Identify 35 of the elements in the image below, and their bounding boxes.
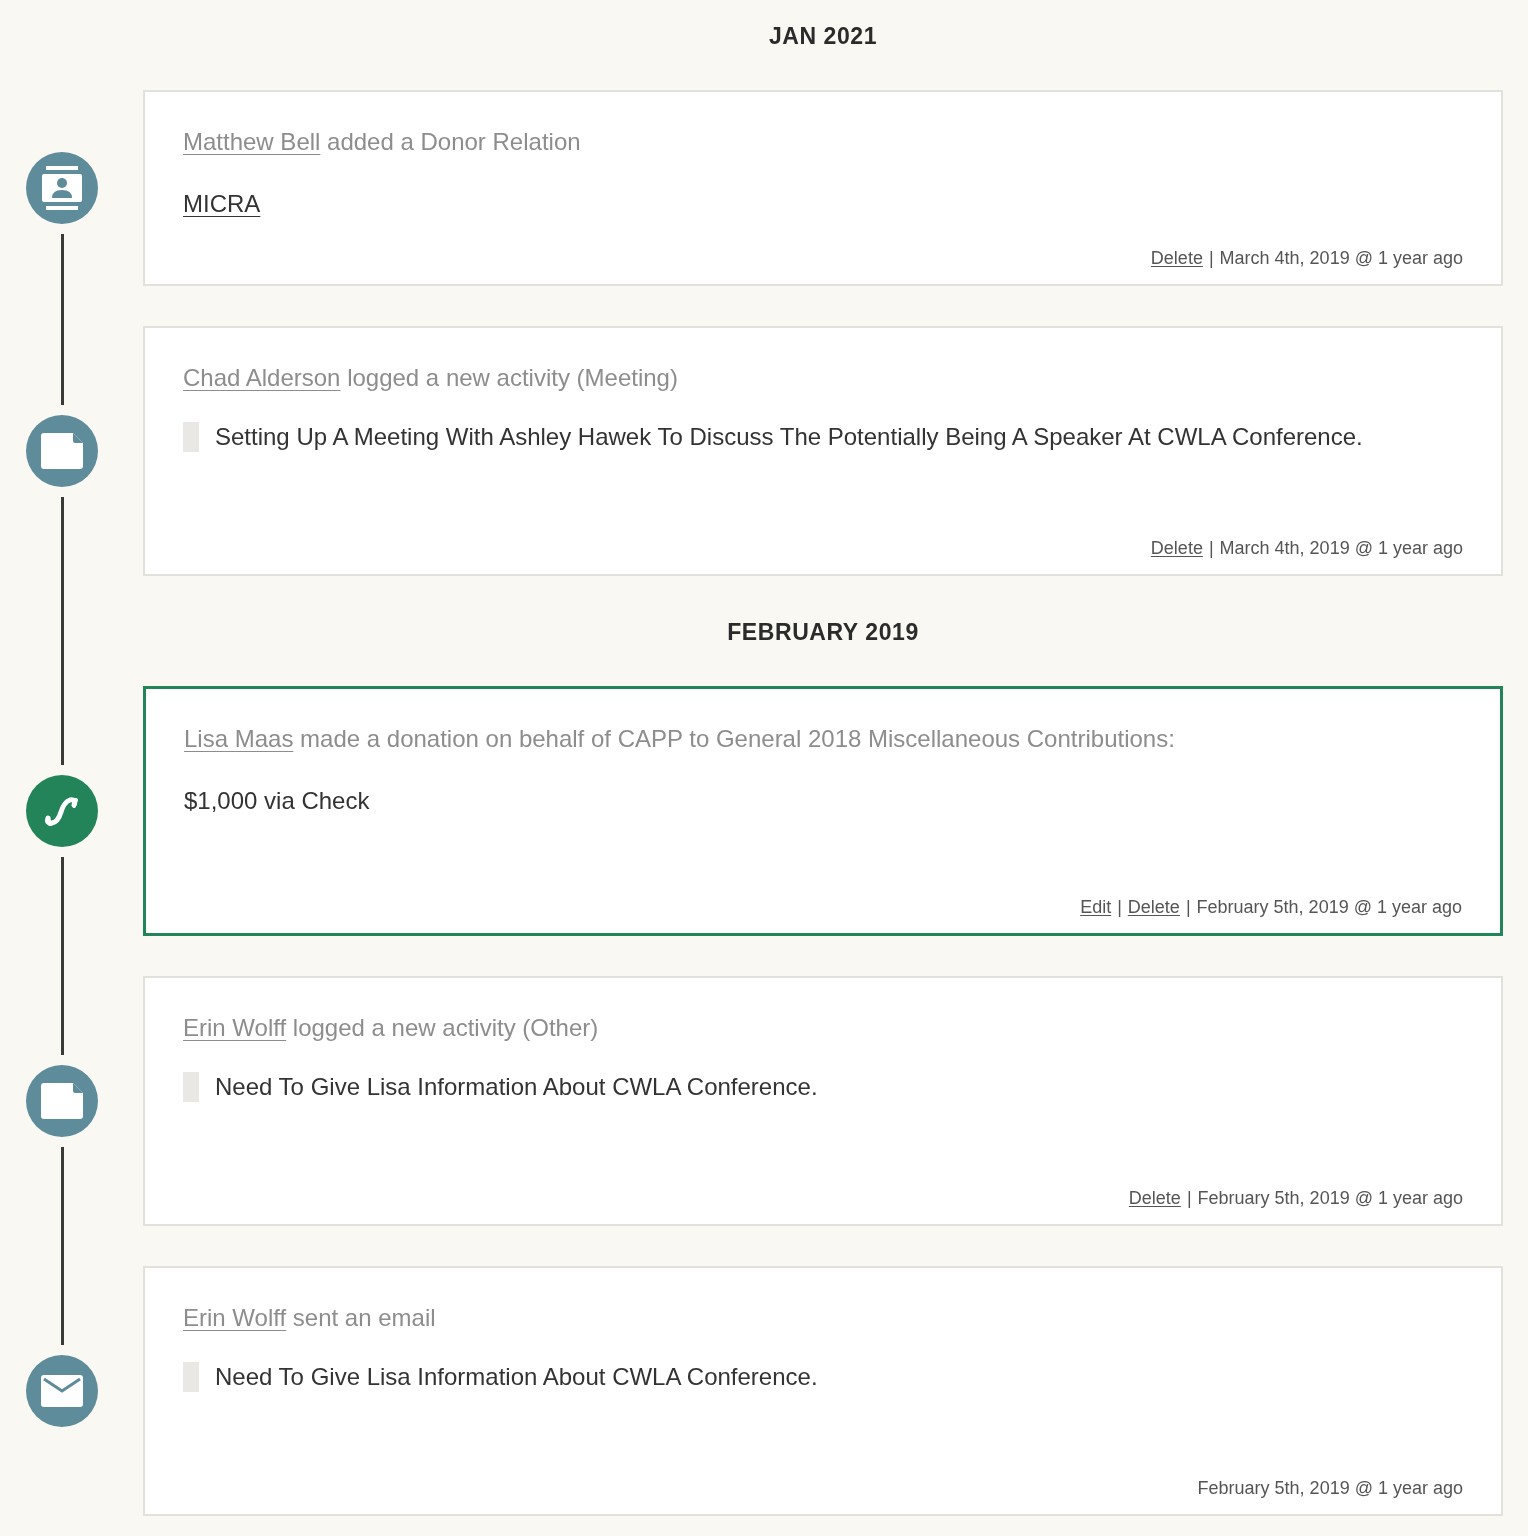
quote-bar xyxy=(183,1072,199,1102)
separator: | xyxy=(1208,537,1214,560)
timestamp: March 4th, 2019 @ 1 year ago xyxy=(1219,247,1463,270)
month-heading: FEBRUARY 2019 xyxy=(727,618,919,647)
timestamp: February 5th, 2019 @ 1 year ago xyxy=(1197,1187,1463,1210)
action-link[interactable]: Delete xyxy=(1127,894,1180,921)
activity-note: Need To Give Lisa Information About CWLA Conference. xyxy=(215,1072,819,1102)
timestamp: February 5th, 2019 @ 1 year ago xyxy=(1197,1477,1463,1500)
dollar-sign-icon xyxy=(44,796,80,826)
separator: | xyxy=(1185,896,1191,919)
separator: | xyxy=(1208,247,1214,270)
activity-description: logged a new activity (Meeting) xyxy=(347,364,678,391)
relation-link[interactable]: MICRA xyxy=(183,190,261,217)
separator: | xyxy=(1186,1187,1192,1210)
quote-bar xyxy=(183,1362,199,1392)
month-heading: JAN 2021 xyxy=(768,22,878,51)
note-icon xyxy=(41,433,83,469)
separator: | xyxy=(1117,896,1122,919)
timestamp: February 5th, 2019 @ 1 year ago xyxy=(1196,896,1462,919)
action-link[interactable]: Delete xyxy=(1150,535,1203,562)
envelope-icon xyxy=(41,1375,83,1407)
contact-card-icon xyxy=(42,166,82,210)
activity-note: Need To Give Lisa Information About CWLA Conference. xyxy=(215,1362,819,1392)
activity-description: made a donation on behalf of CAPP to General 2018 Miscellaneous Contributions: xyxy=(300,725,1175,752)
activity-description: added a Donor Relation xyxy=(327,128,581,155)
timestamp: March 4th, 2019 @ 1 year ago xyxy=(1219,537,1463,560)
action-link[interactable]: Delete xyxy=(1128,1185,1181,1212)
activity-description: sent an email xyxy=(292,1304,436,1331)
activity-note: Setting Up A Meeting With Ashley Hawek To Discuss The Potentially Being A Speaker At CWLA Conference. xyxy=(215,422,1364,452)
donation-amount: $1,000 via Check xyxy=(184,786,371,816)
action-link[interactable]: Delete xyxy=(1150,245,1203,272)
quote-bar xyxy=(183,422,199,452)
action-link[interactable]: Edit xyxy=(1080,894,1112,921)
activity-description: logged a new activity (Other) xyxy=(292,1014,599,1041)
note-icon xyxy=(41,1083,83,1119)
